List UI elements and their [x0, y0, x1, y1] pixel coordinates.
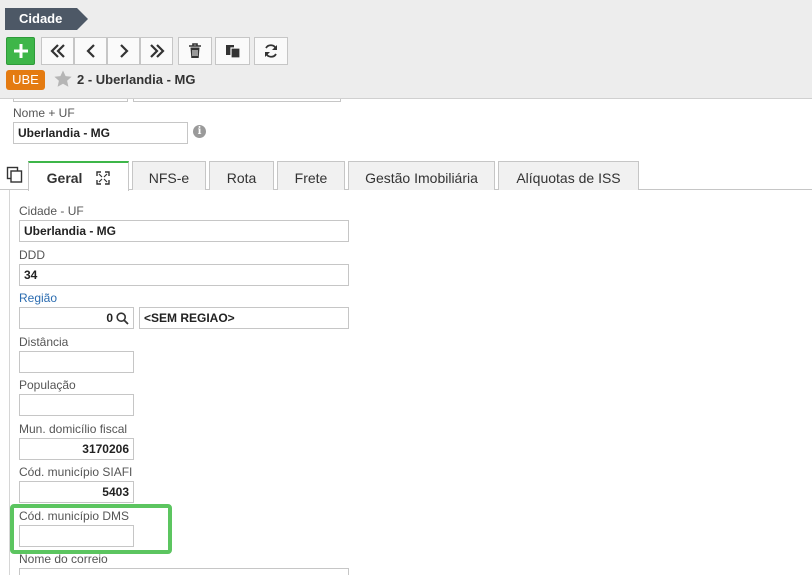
- search-icon[interactable]: [116, 312, 129, 325]
- next-record-button[interactable]: [107, 37, 140, 65]
- last-record-button[interactable]: [140, 37, 173, 65]
- chevron-right-icon: [119, 44, 129, 58]
- nome-correio-label: Nome do correio: [19, 552, 108, 566]
- ddd-label: DDD: [19, 248, 45, 262]
- add-button[interactable]: [6, 37, 35, 65]
- scrolled-field-edge: [133, 99, 341, 102]
- highlight-box: [10, 504, 172, 554]
- scrolled-field-edge: [13, 99, 128, 102]
- cod-siafi-input[interactable]: 5403: [19, 481, 134, 503]
- tab-label: NFS-e: [148, 170, 190, 186]
- nome-uf-label: Nome + UF: [13, 106, 75, 120]
- previous-record-button[interactable]: [74, 37, 107, 65]
- chevron-left-icon: [85, 44, 95, 58]
- refresh-button[interactable]: [254, 37, 288, 65]
- duplicate-button[interactable]: [215, 37, 250, 65]
- refresh-icon: [265, 44, 277, 58]
- cidade-uf-input[interactable]: Uberlandia - MG: [19, 220, 349, 242]
- tab-rota[interactable]: Rota: [209, 161, 274, 190]
- copy-icon: [225, 45, 241, 59]
- record-title: 2 - Uberlandia - MG: [77, 72, 196, 87]
- mun-domicilio-label: Mun. domicílio fiscal: [19, 422, 128, 436]
- regiao-name-input[interactable]: <SEM REGIAO>: [139, 307, 349, 329]
- ddd-input[interactable]: 34: [19, 264, 349, 286]
- distancia-input[interactable]: [19, 351, 134, 373]
- copy-panel-icon[interactable]: [6, 166, 24, 184]
- trash-icon: [189, 43, 201, 58]
- info-icon[interactable]: i: [193, 125, 206, 138]
- breadcrumb[interactable]: Cidade: [5, 8, 88, 30]
- mun-domicilio-input[interactable]: 3170206: [19, 438, 134, 460]
- tab-label: Frete: [294, 170, 328, 186]
- first-record-button[interactable]: [41, 37, 74, 65]
- tab-geral[interactable]: Geral: [28, 161, 129, 191]
- tab-frete[interactable]: Frete: [277, 161, 345, 190]
- regiao-label-link[interactable]: Região: [19, 291, 57, 305]
- star-icon[interactable]: [53, 69, 73, 89]
- tab-label: Alíquotas de ISS: [516, 170, 621, 186]
- distancia-label: Distância: [19, 335, 69, 349]
- nome-correio-input[interactable]: [19, 568, 349, 575]
- populacao-label: População: [19, 378, 76, 392]
- plus-icon: [13, 44, 28, 58]
- nome-uf-input[interactable]: Uberlandia - MG: [13, 122, 188, 144]
- double-chevron-right-icon: [149, 44, 165, 58]
- double-chevron-left-icon: [49, 44, 65, 58]
- delete-button[interactable]: [178, 37, 212, 65]
- expand-icon[interactable]: [96, 171, 111, 185]
- cidade-uf-label: Cidade - UF: [19, 204, 84, 218]
- tab-nfse[interactable]: NFS-e: [132, 161, 206, 190]
- tab-gestao-imobiliaria[interactable]: Gestão Imobiliária: [348, 161, 495, 190]
- tab-label: Rota: [226, 170, 257, 186]
- record-badge: UBE: [6, 70, 45, 90]
- tab-aliquotas-iss[interactable]: Alíquotas de ISS: [498, 161, 639, 190]
- tab-label: Geral: [46, 170, 83, 186]
- cod-siafi-label: Cód. município SIAFI: [19, 465, 133, 479]
- tab-label: Gestão Imobiliária: [365, 170, 478, 186]
- populacao-input[interactable]: [19, 394, 134, 416]
